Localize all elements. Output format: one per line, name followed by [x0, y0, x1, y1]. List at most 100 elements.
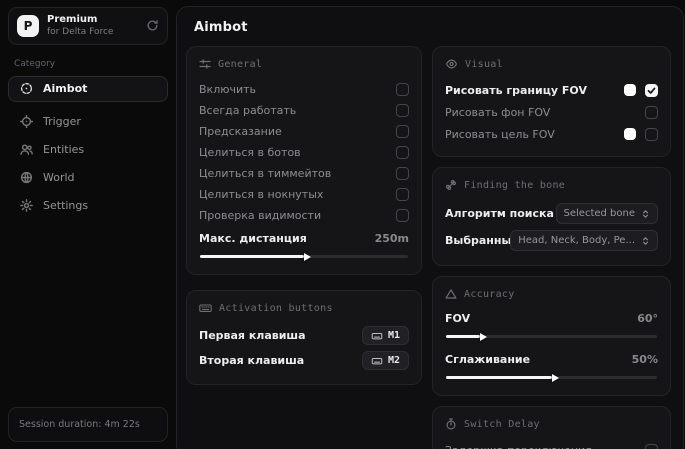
product-name: Premium: [47, 14, 113, 27]
toggle-label: Включить: [199, 83, 256, 96]
toggle-row-enable: Включить: [199, 79, 409, 100]
sidebar-item-label: Settings: [43, 199, 88, 212]
smoothing-row: Сглаживание 50%: [445, 350, 658, 369]
panel-accuracy: Accuracy FOV 60° Сглаживание: [432, 276, 671, 396]
visual-row-fov-target: Рисовать цель FOV: [445, 123, 658, 145]
keybind-button-m1[interactable]: M1: [362, 326, 409, 345]
sync-icon[interactable]: [146, 19, 159, 32]
triangle-icon: [445, 288, 457, 300]
keybind-row-second: Вторая клавиша M2: [199, 348, 409, 373]
panel-title-text: Accuracy: [464, 289, 515, 300]
product-logo: P: [17, 15, 39, 37]
aimbot-crosshair-icon: [20, 82, 33, 95]
color-swatch[interactable]: [624, 128, 636, 140]
checkbox[interactable]: [396, 146, 409, 159]
checkbox[interactable]: [396, 167, 409, 180]
panel-general: General Включить Всегда работать Предска…: [186, 46, 422, 275]
sliders-icon: [199, 58, 211, 70]
panel-switch-delay: Switch Delay Задержка переключения Задер…: [432, 406, 671, 449]
slider-thumb[interactable]: [552, 374, 559, 382]
checkbox[interactable]: [396, 188, 409, 201]
category-label: Category: [14, 59, 162, 69]
max-distance-value: 250m: [375, 232, 409, 245]
panel-title-text: Finding the bone: [464, 180, 565, 191]
bone-algorithm-row: Алгоритм поиска кост Selected bone: [445, 200, 658, 227]
panel-finding-bone: Finding the bone Алгоритм поиска кост Se…: [432, 167, 671, 266]
panel-title-text: Visual: [465, 59, 503, 70]
checkbox[interactable]: [645, 84, 658, 97]
checkbox[interactable]: [645, 444, 658, 449]
selected-bones-select[interactable]: Head, Neck, Body, Pe...: [510, 230, 658, 251]
sidebar-item-label: Entities: [43, 143, 84, 156]
globe-icon: [20, 171, 33, 184]
toggle-row-target-bots: Целиться в ботов: [199, 142, 409, 163]
keybind-key: M1: [388, 330, 400, 341]
visual-label: Рисовать фон FOV: [445, 106, 550, 119]
chevrons-updown-icon: [641, 209, 650, 219]
select-value: Head, Neck, Body, Pe...: [518, 235, 635, 246]
toggle-row-visibility-check: Проверка видимости: [199, 205, 409, 226]
checkbox[interactable]: [396, 125, 409, 138]
visual-label: Рисовать границу FOV: [445, 84, 587, 97]
switch-delay-toggle-label: Задержка переключения: [445, 444, 592, 449]
bone-algorithm-select[interactable]: Selected bone: [556, 203, 658, 224]
max-distance-label: Макс. дистанция: [199, 232, 307, 245]
color-swatch[interactable]: [624, 84, 636, 96]
max-distance-row: Макс. дистанция 250m: [199, 229, 409, 248]
sidebar-item-label: Aimbot: [43, 82, 87, 95]
sidebar-item-trigger[interactable]: Trigger: [8, 109, 168, 135]
keyboard-icon: [371, 356, 383, 366]
toggle-label: Проверка видимости: [199, 209, 321, 222]
fov-label: FOV: [445, 312, 470, 325]
trigger-crosshair-icon: [20, 115, 33, 128]
users-icon: [20, 143, 33, 156]
toggle-label: Всегда работать: [199, 104, 296, 117]
visual-row-fov-background: Рисовать фон FOV: [445, 101, 658, 123]
sidebar-item-aimbot[interactable]: Aimbot: [8, 76, 168, 102]
sidebar-item-settings[interactable]: Settings: [8, 193, 168, 219]
visual-label: Рисовать цель FOV: [445, 128, 555, 141]
gear-icon: [20, 199, 33, 212]
checkbox[interactable]: [645, 128, 658, 141]
toggle-row-target-teammates: Целиться в тиммейтов: [199, 163, 409, 184]
selected-bones-row: Выбранные кос Head, Neck, Body, Pe...: [445, 227, 658, 254]
fov-value: 60°: [637, 312, 658, 325]
slider-thumb[interactable]: [304, 253, 311, 261]
checkbox[interactable]: [396, 83, 409, 96]
sidebar-item-entities[interactable]: Entities: [8, 137, 168, 163]
checkbox[interactable]: [396, 104, 409, 117]
page-title: Aimbot: [194, 20, 683, 35]
fov-row: FOV 60°: [445, 309, 658, 328]
chevrons-updown-icon: [641, 236, 650, 246]
selected-bones-label: Выбранные кос: [445, 234, 516, 247]
panel-activation-buttons: Activation buttons Первая клавиша M1: [186, 290, 422, 385]
visual-row-fov-border: Рисовать границу FOV: [445, 79, 658, 101]
keybind-button-m2[interactable]: M2: [362, 351, 409, 370]
product-card: P Premium for Delta Force: [8, 7, 168, 45]
panel-title-text: General: [218, 59, 262, 70]
checkbox[interactable]: [396, 209, 409, 222]
keybind-label: Первая клавиша: [199, 329, 306, 342]
bone-algorithm-label: Алгоритм поиска кост: [445, 207, 562, 220]
eye-icon: [445, 58, 458, 70]
product-subtitle: for Delta Force: [47, 27, 113, 38]
sidebar: P Premium for Delta Force Category Aimbo…: [0, 0, 176, 449]
sidebar-item-world[interactable]: World: [8, 165, 168, 191]
keyboard-icon: [371, 331, 383, 341]
max-distance-slider[interactable]: [200, 255, 408, 258]
session-duration-text: Session duration: 4m 22s: [19, 419, 140, 430]
slider-thumb[interactable]: [480, 333, 487, 341]
smoothing-label: Сглаживание: [445, 353, 530, 366]
select-value: Selected bone: [564, 208, 635, 219]
toggle-label: Целиться в нокнутых: [199, 188, 323, 201]
smoothing-slider[interactable]: [446, 376, 657, 379]
toggle-label: Целиться в ботов: [199, 146, 301, 159]
session-duration-card: Session duration: 4m 22s: [8, 407, 168, 442]
checkbox[interactable]: [645, 106, 658, 119]
fov-slider[interactable]: [446, 335, 657, 338]
toggle-row-target-knocked: Целиться в нокнутых: [199, 184, 409, 205]
app-window: P Premium for Delta Force Category Aimbo…: [0, 0, 685, 449]
keybind-key: M2: [388, 355, 400, 366]
keybind-row-first: Первая клавиша M1: [199, 323, 409, 348]
smoothing-value: 50%: [632, 353, 658, 366]
